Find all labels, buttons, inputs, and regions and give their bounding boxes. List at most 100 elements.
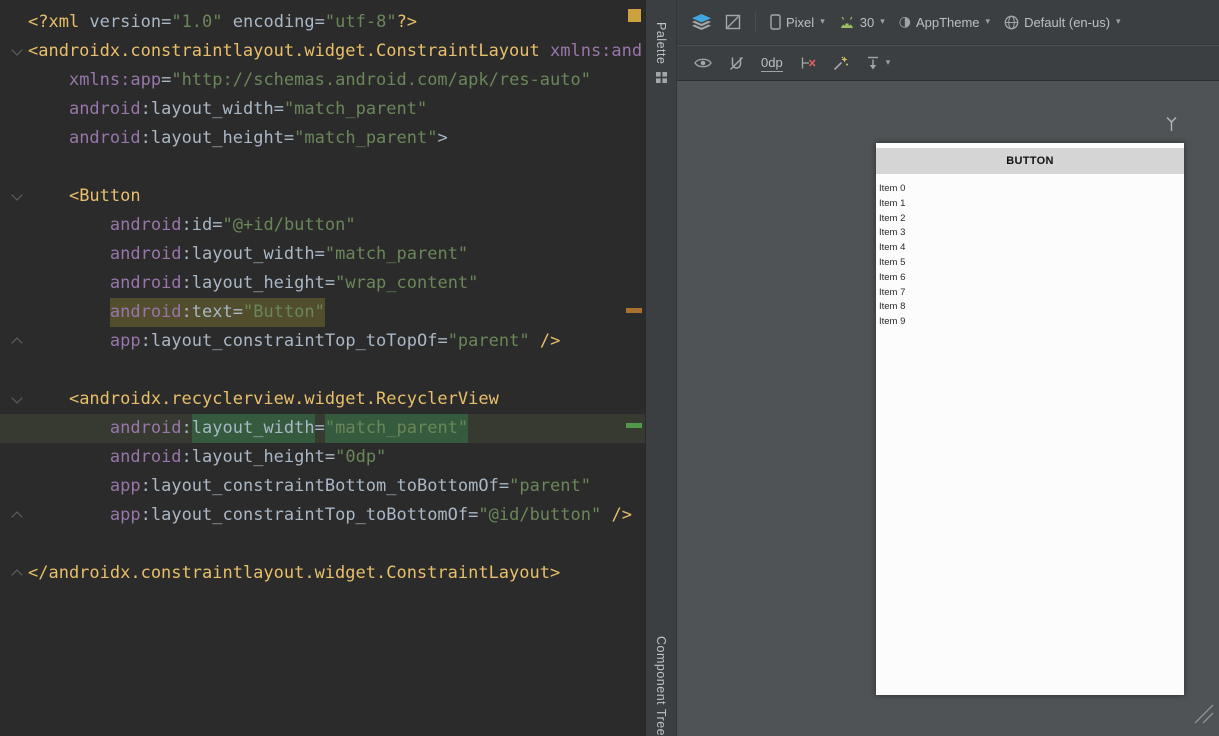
code-token: = <box>314 244 325 264</box>
design-toolbar-secondary: 0dp ▾ <box>677 46 1219 81</box>
pack-selector[interactable]: ▾ <box>866 56 890 71</box>
api-level-label: 30 <box>859 14 875 30</box>
resize-grip-icon[interactable] <box>1192 702 1214 729</box>
gutter <box>0 530 28 559</box>
code-line[interactable]: <androidx.constraintlayout.widget.Constr… <box>0 37 645 66</box>
code-token: "parent" <box>447 331 530 351</box>
fold-open-icon[interactable] <box>11 44 23 56</box>
default-margin-selector[interactable]: 0dp <box>761 55 783 72</box>
code-token: version <box>89 12 162 32</box>
fold-open-icon[interactable] <box>11 392 23 404</box>
autoconnect-off-icon[interactable] <box>729 56 744 71</box>
code-line[interactable]: android: layout_width = "match_parent" <box>0 240 645 269</box>
locale-selector[interactable]: Default (en-us) ▾ <box>1004 15 1121 30</box>
code-token: = <box>324 273 336 293</box>
code-token: : <box>181 418 192 438</box>
code-token: layout_constraintTop_toBottomOf <box>150 505 469 525</box>
design-surface[interactable]: BUTTON Item 0 Item 1 Item 2 Item 3 Item 4 Ite… <box>677 81 1219 736</box>
code-line[interactable]: app: layout_constraintBottom_toBottomOf = "… <box>0 472 645 501</box>
list-item: Item 8 <box>879 301 906 313</box>
code-line[interactable]: android: layout_height = "match_parent" > <box>0 124 645 153</box>
code-line[interactable]: app: layout_constraintTop_toTopOf = "parent… <box>0 327 645 356</box>
code-token: android <box>68 128 141 148</box>
code-token: <androidx.recyclerview.widget.RecyclerVi… <box>68 389 499 409</box>
code-line[interactable]: android: layout_height = "0dp" <box>0 443 645 472</box>
blueprint-icon[interactable] <box>725 14 741 30</box>
code-line[interactable]: android: text = "Button" <box>0 298 645 327</box>
gutter <box>0 298 28 327</box>
device-label: Pixel <box>786 14 815 30</box>
code-token: "http://schemas.android.com/apk/res-auto… <box>171 70 591 90</box>
recycler-items[interactable]: Item 0 Item 1 Item 2 Item 3 Item 4 Item 5 Item… <box>879 182 1184 330</box>
code-line[interactable] <box>0 153 645 182</box>
device-preview[interactable]: BUTTON Item 0 Item 1 Item 2 Item 3 Item 4 Ite… <box>876 143 1184 695</box>
code-line[interactable]: android: id = "@+id/button" <box>0 211 645 240</box>
gutter <box>0 356 28 385</box>
code-token: id <box>191 215 213 235</box>
code-token: "match_parent" <box>283 99 428 119</box>
error-stripe-green-mark[interactable] <box>626 423 642 428</box>
fold-close-icon[interactable] <box>11 511 23 523</box>
gutter <box>0 153 28 182</box>
code-token: layout_height <box>191 447 325 467</box>
code-token: "wrap_content" <box>335 273 479 293</box>
fold-close-icon[interactable] <box>11 569 23 581</box>
code-editor[interactable]: <?xml version = "1.0" encoding = "utf-8" ?> <a… <box>0 0 645 736</box>
code-token: layout_width <box>191 244 315 264</box>
code-line[interactable]: <androidx.recyclerview.widget.RecyclerVi… <box>0 385 645 414</box>
code-token: = <box>468 505 479 525</box>
code-token: : <box>140 99 151 119</box>
view-options-eye-icon[interactable] <box>694 57 712 69</box>
list-item: Item 3 <box>879 227 906 239</box>
gutter <box>0 182 28 211</box>
android-icon <box>839 16 855 29</box>
code-line[interactable]: xmlns:app = "http://schemas.android.com/ap… <box>0 66 645 95</box>
inspection-indicator[interactable] <box>628 9 641 22</box>
clear-constraints-icon[interactable] <box>800 56 816 70</box>
code-token: <androidx.constraintlayout.widget.Constr… <box>28 41 540 61</box>
preview-button[interactable]: BUTTON <box>876 148 1184 174</box>
gutter <box>0 124 28 153</box>
layers-icon[interactable] <box>692 14 711 30</box>
error-stripe-orange-mark[interactable] <box>626 308 642 313</box>
code-token: "match_parent" <box>324 414 469 443</box>
code-line[interactable] <box>0 530 645 559</box>
code-token: : <box>181 273 192 293</box>
theme-selector[interactable]: ◑ AppTheme ▾ <box>899 15 990 30</box>
code-token: app <box>109 476 141 496</box>
gutter <box>0 385 28 414</box>
infer-constraints-wand-icon[interactable] <box>833 55 849 71</box>
code-line[interactable] <box>0 356 645 385</box>
code-token: : <box>140 331 151 351</box>
chevron-down-icon: ▾ <box>985 17 991 27</box>
theme-label: AppTheme <box>915 14 980 30</box>
component-tree-tab-label: Component Tree <box>654 636 668 736</box>
gutter <box>0 8 28 37</box>
design-toolbar-main: Pixel ▾ 30 ▾ ◑ AppTheme ▾ Default (en-us… <box>677 0 1219 45</box>
palette-tab-label: Palette <box>654 22 668 65</box>
code-line[interactable]: android: layout_width = "match_parent" <box>0 95 645 124</box>
component-tree-tab[interactable]: Component Tree <box>646 636 676 736</box>
device-selector[interactable]: Pixel ▾ <box>770 14 825 30</box>
code-line[interactable]: android: layout_height = "wrap_content" <box>0 269 645 298</box>
gutter <box>0 240 28 269</box>
code-token: "1.0" <box>171 12 223 32</box>
code-token: = <box>161 70 172 90</box>
code-line[interactable]: <?xml version = "1.0" encoding = "utf-8" ?> <box>0 8 645 37</box>
code-line[interactable]: android: layout_width = "match_parent" <box>0 414 645 443</box>
code-token: : <box>140 505 151 525</box>
fold-open-icon[interactable] <box>11 189 23 201</box>
code-line[interactable]: app: layout_constraintTop_toBottomOf = "@id… <box>0 501 645 530</box>
api-level-selector[interactable]: 30 ▾ <box>839 15 885 30</box>
code-token: android <box>109 298 182 327</box>
fold-close-icon[interactable] <box>11 337 23 349</box>
code-line[interactable]: <Button <box>0 182 645 211</box>
code-line[interactable]: </androidx.constraintlayout.widget.Const… <box>0 559 645 588</box>
code-token: "utf-8" <box>324 12 397 32</box>
palette-tab[interactable]: Palette <box>646 22 676 84</box>
gutter <box>0 211 28 240</box>
